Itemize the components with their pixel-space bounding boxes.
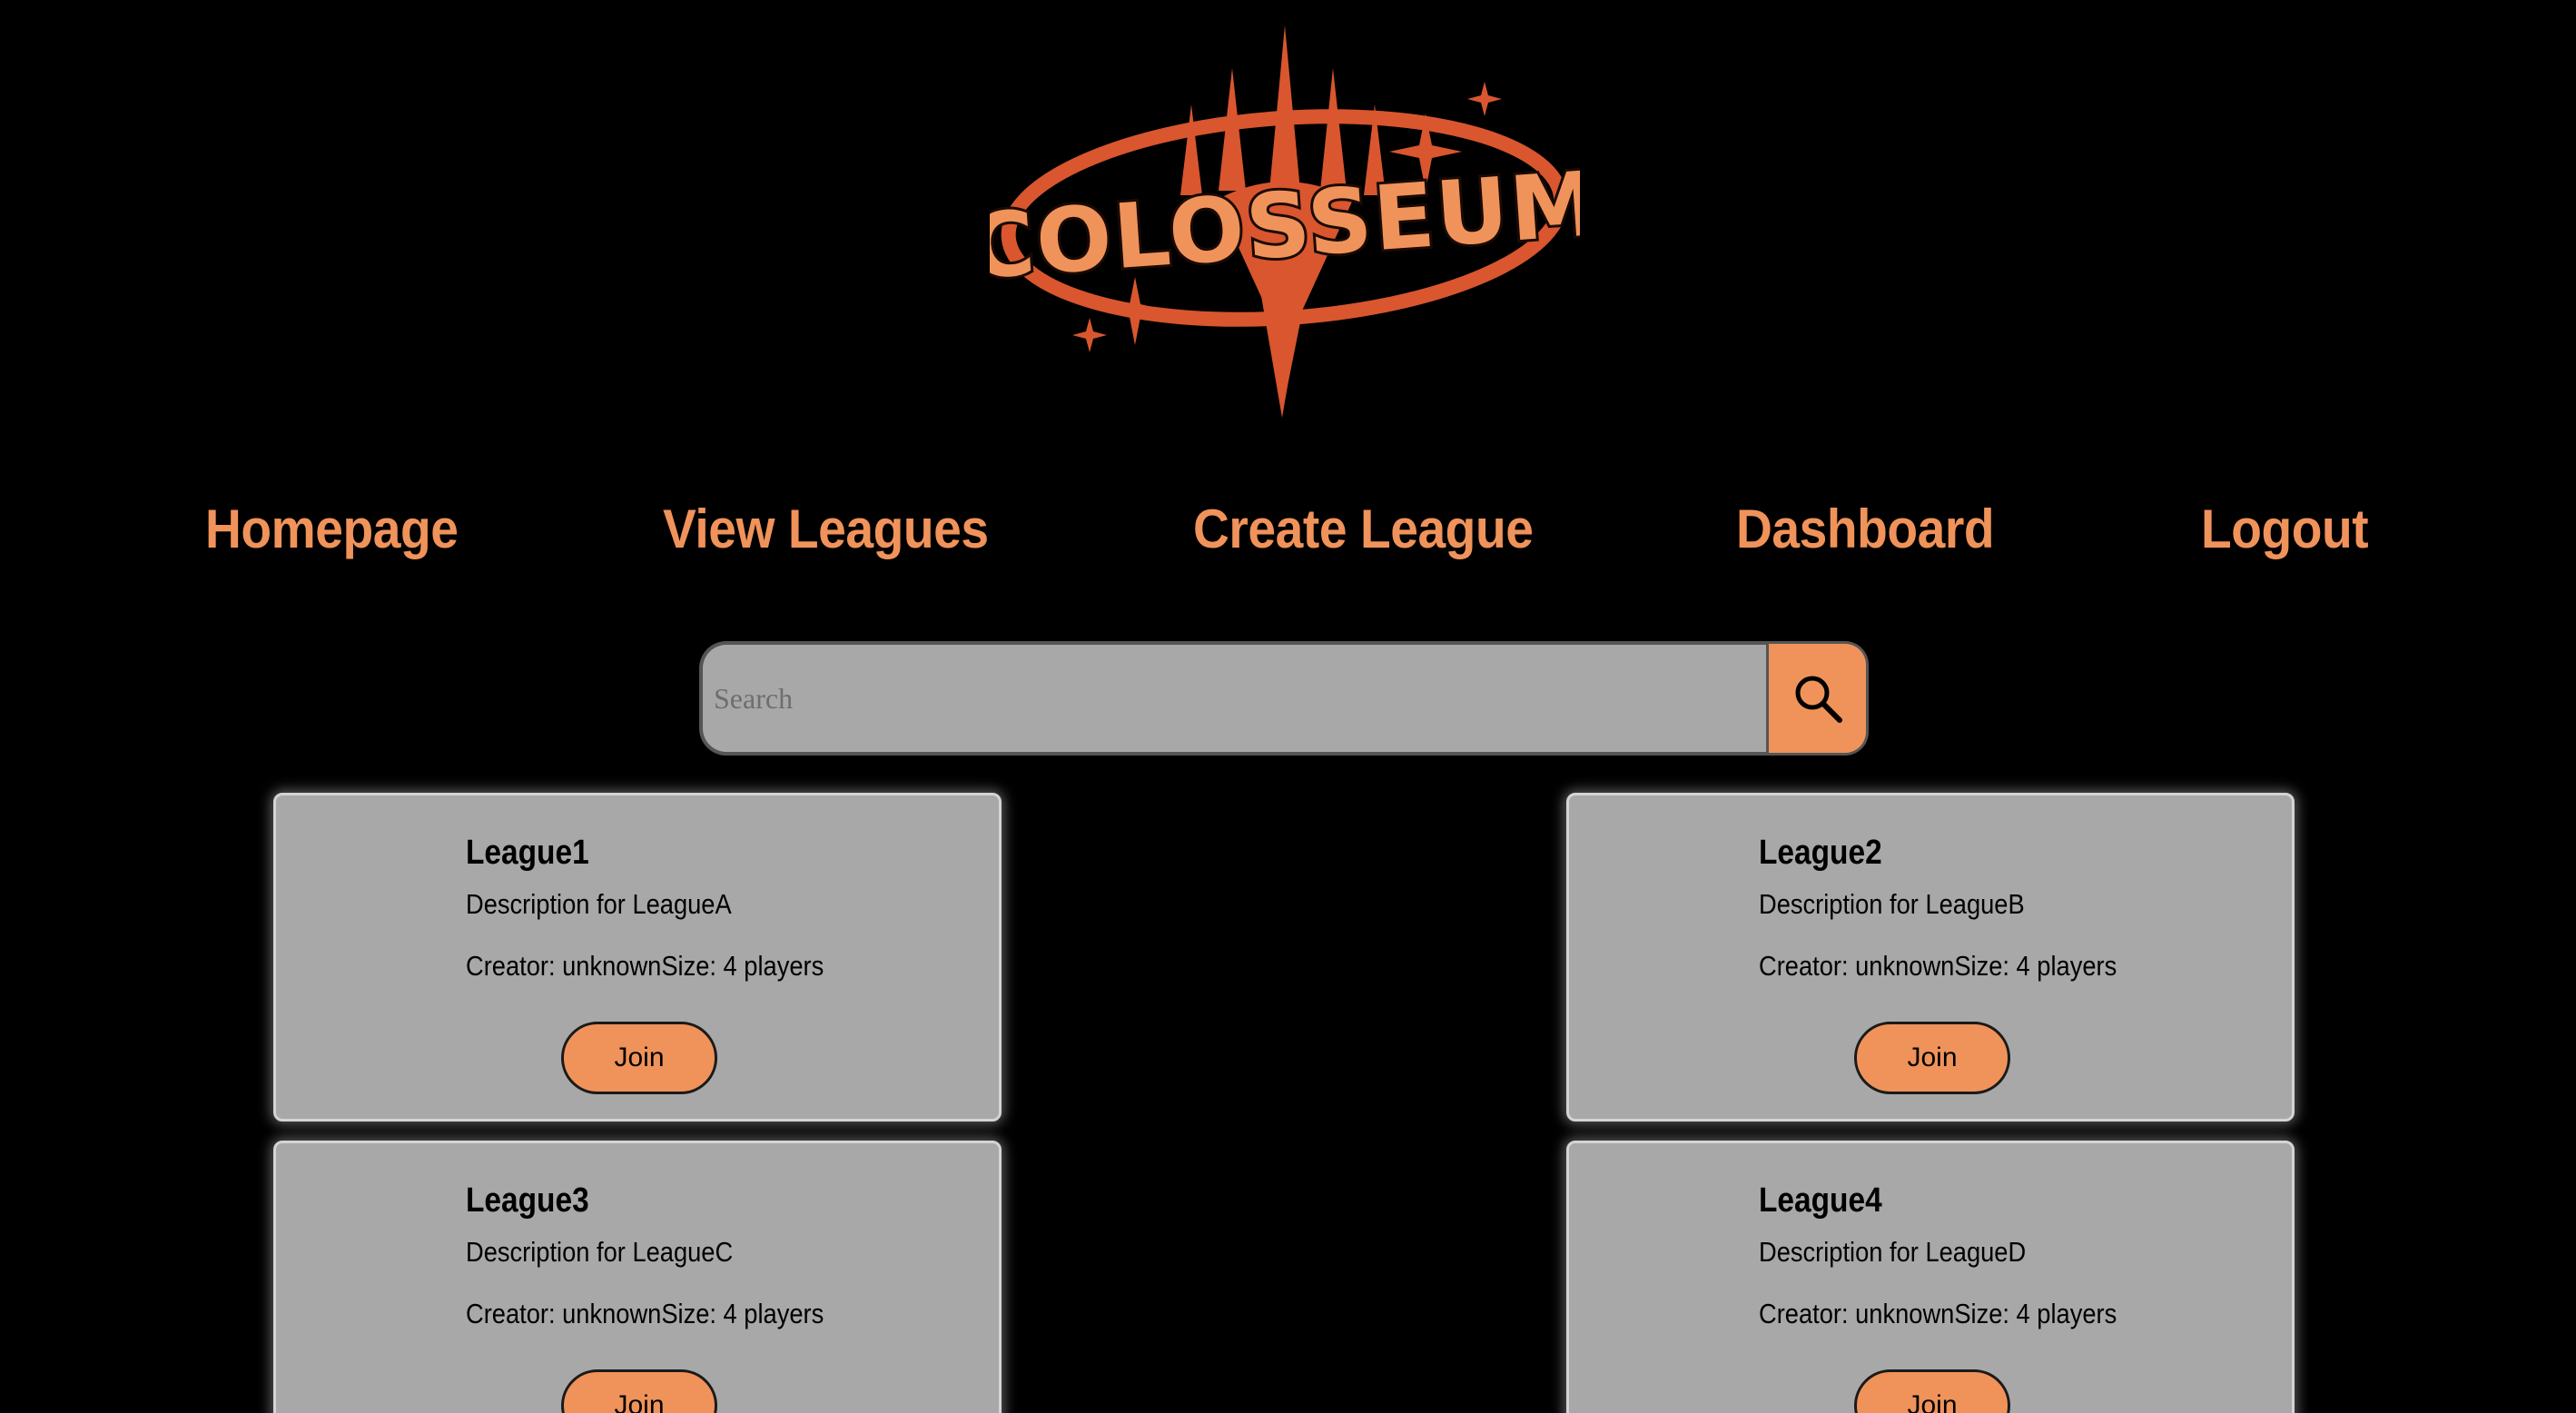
nav-logout[interactable]: Logout [2201, 498, 2369, 560]
search-button[interactable] [1769, 641, 1869, 756]
join-button[interactable]: Join [561, 1022, 717, 1094]
league-meta: Creator: unknownSize: 4 players [466, 1298, 824, 1329]
league-name: League2 [1759, 834, 1882, 872]
colosseum-logo[interactable]: COLOSSEUM [990, 18, 1580, 418]
league-name: League1 [466, 834, 589, 872]
join-button[interactable]: Join [1854, 1369, 2010, 1413]
league-description: Description for LeagueD [1759, 1236, 2027, 1268]
league-name: League3 [466, 1181, 589, 1220]
league-card: League4 Description for LeagueD Creator:… [1566, 1141, 2295, 1413]
league-card: League3 Description for LeagueC Creator:… [273, 1141, 1002, 1413]
league-meta: Creator: unknownSize: 4 players [1759, 950, 2117, 982]
league-card: League1 Description for LeagueA Creator:… [273, 793, 1002, 1122]
league-description: Description for LeagueB [1759, 888, 2025, 920]
search-bar [699, 641, 1869, 756]
join-button[interactable]: Join [1854, 1022, 2010, 1094]
search-input[interactable] [699, 641, 1769, 756]
nav-homepage[interactable]: Homepage [205, 498, 459, 560]
league-card: League2 Description for LeagueB Creator:… [1566, 793, 2295, 1122]
league-meta: Creator: unknownSize: 4 players [1759, 1298, 2117, 1329]
search-icon [1795, 676, 1842, 723]
league-meta: Creator: unknownSize: 4 players [466, 950, 824, 982]
nav-dashboard[interactable]: Dashboard [1736, 498, 1995, 560]
league-description: Description for LeagueA [466, 888, 732, 920]
page: COLOSSEUM Homepage View Leagues Create L… [0, 0, 2576, 1413]
league-description: Description for LeagueC [466, 1236, 734, 1268]
nav-view-leagues[interactable]: View Leagues [663, 498, 989, 560]
nav-create-league[interactable]: Create League [1193, 498, 1534, 560]
league-name: League4 [1759, 1181, 1882, 1220]
join-button[interactable]: Join [561, 1369, 717, 1413]
